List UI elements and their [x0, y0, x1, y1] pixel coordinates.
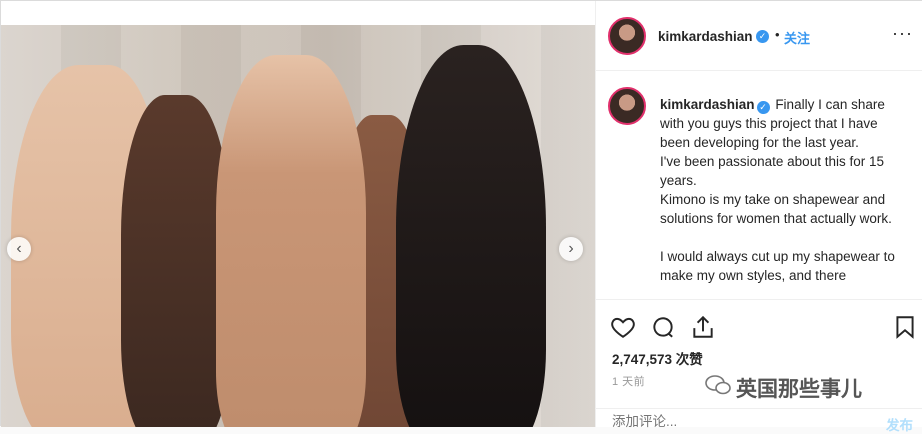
model-figure [216, 55, 366, 427]
heart-icon[interactable] [610, 314, 636, 340]
post-image[interactable]: ‹ › [1, 25, 595, 427]
verified-badge-icon: ✓ [756, 30, 769, 43]
caption-username[interactable]: kimkardashian [660, 97, 755, 112]
caption-text: Finally I can share with you guys this p… [660, 97, 895, 283]
wechat-icon [705, 375, 731, 395]
caption-body: kimkardashian ✓ Finally I can share with … [660, 95, 910, 285]
comment-bar: 发布 [596, 408, 922, 433]
avatar[interactable] [608, 17, 646, 55]
avatar[interactable] [608, 87, 646, 125]
follow-button[interactable]: 关注 [784, 28, 810, 47]
post-header: kimkardashian ✓ • 关注 ··· [596, 1, 922, 71]
bookmark-icon[interactable] [892, 314, 918, 340]
comment-input[interactable] [612, 414, 832, 429]
post-sidebar: kimkardashian ✓ • 关注 ··· kimkardashian ✓ … [595, 1, 922, 433]
timestamp[interactable]: 1 天前 [612, 373, 645, 389]
model-figure [396, 45, 546, 427]
model-figure [121, 95, 231, 427]
post-comment-button[interactable]: 发布 [886, 414, 913, 434]
username[interactable]: kimkardashian [658, 29, 753, 44]
like-count[interactable]: 2,747,573 次赞 [612, 348, 703, 368]
separator: • [775, 27, 780, 42]
watermark-text: 英国那些事儿 [736, 378, 862, 401]
post-actions: 2,747,573 次赞 1 天前 英国那些事儿 发布 [596, 299, 922, 433]
instagram-post: ‹ › kimkardashian ✓ • 关注 ··· kimkardashi… [0, 0, 922, 433]
chevron-left-icon[interactable]: ‹ [7, 237, 31, 261]
comment-icon[interactable] [650, 314, 676, 340]
post-caption: kimkardashian ✓ Finally I can share with … [596, 71, 922, 299]
share-icon[interactable] [690, 314, 716, 340]
chevron-right-icon[interactable]: › [559, 237, 583, 261]
verified-badge-icon: ✓ [756, 101, 770, 114]
more-options-icon[interactable]: ··· [892, 23, 913, 44]
